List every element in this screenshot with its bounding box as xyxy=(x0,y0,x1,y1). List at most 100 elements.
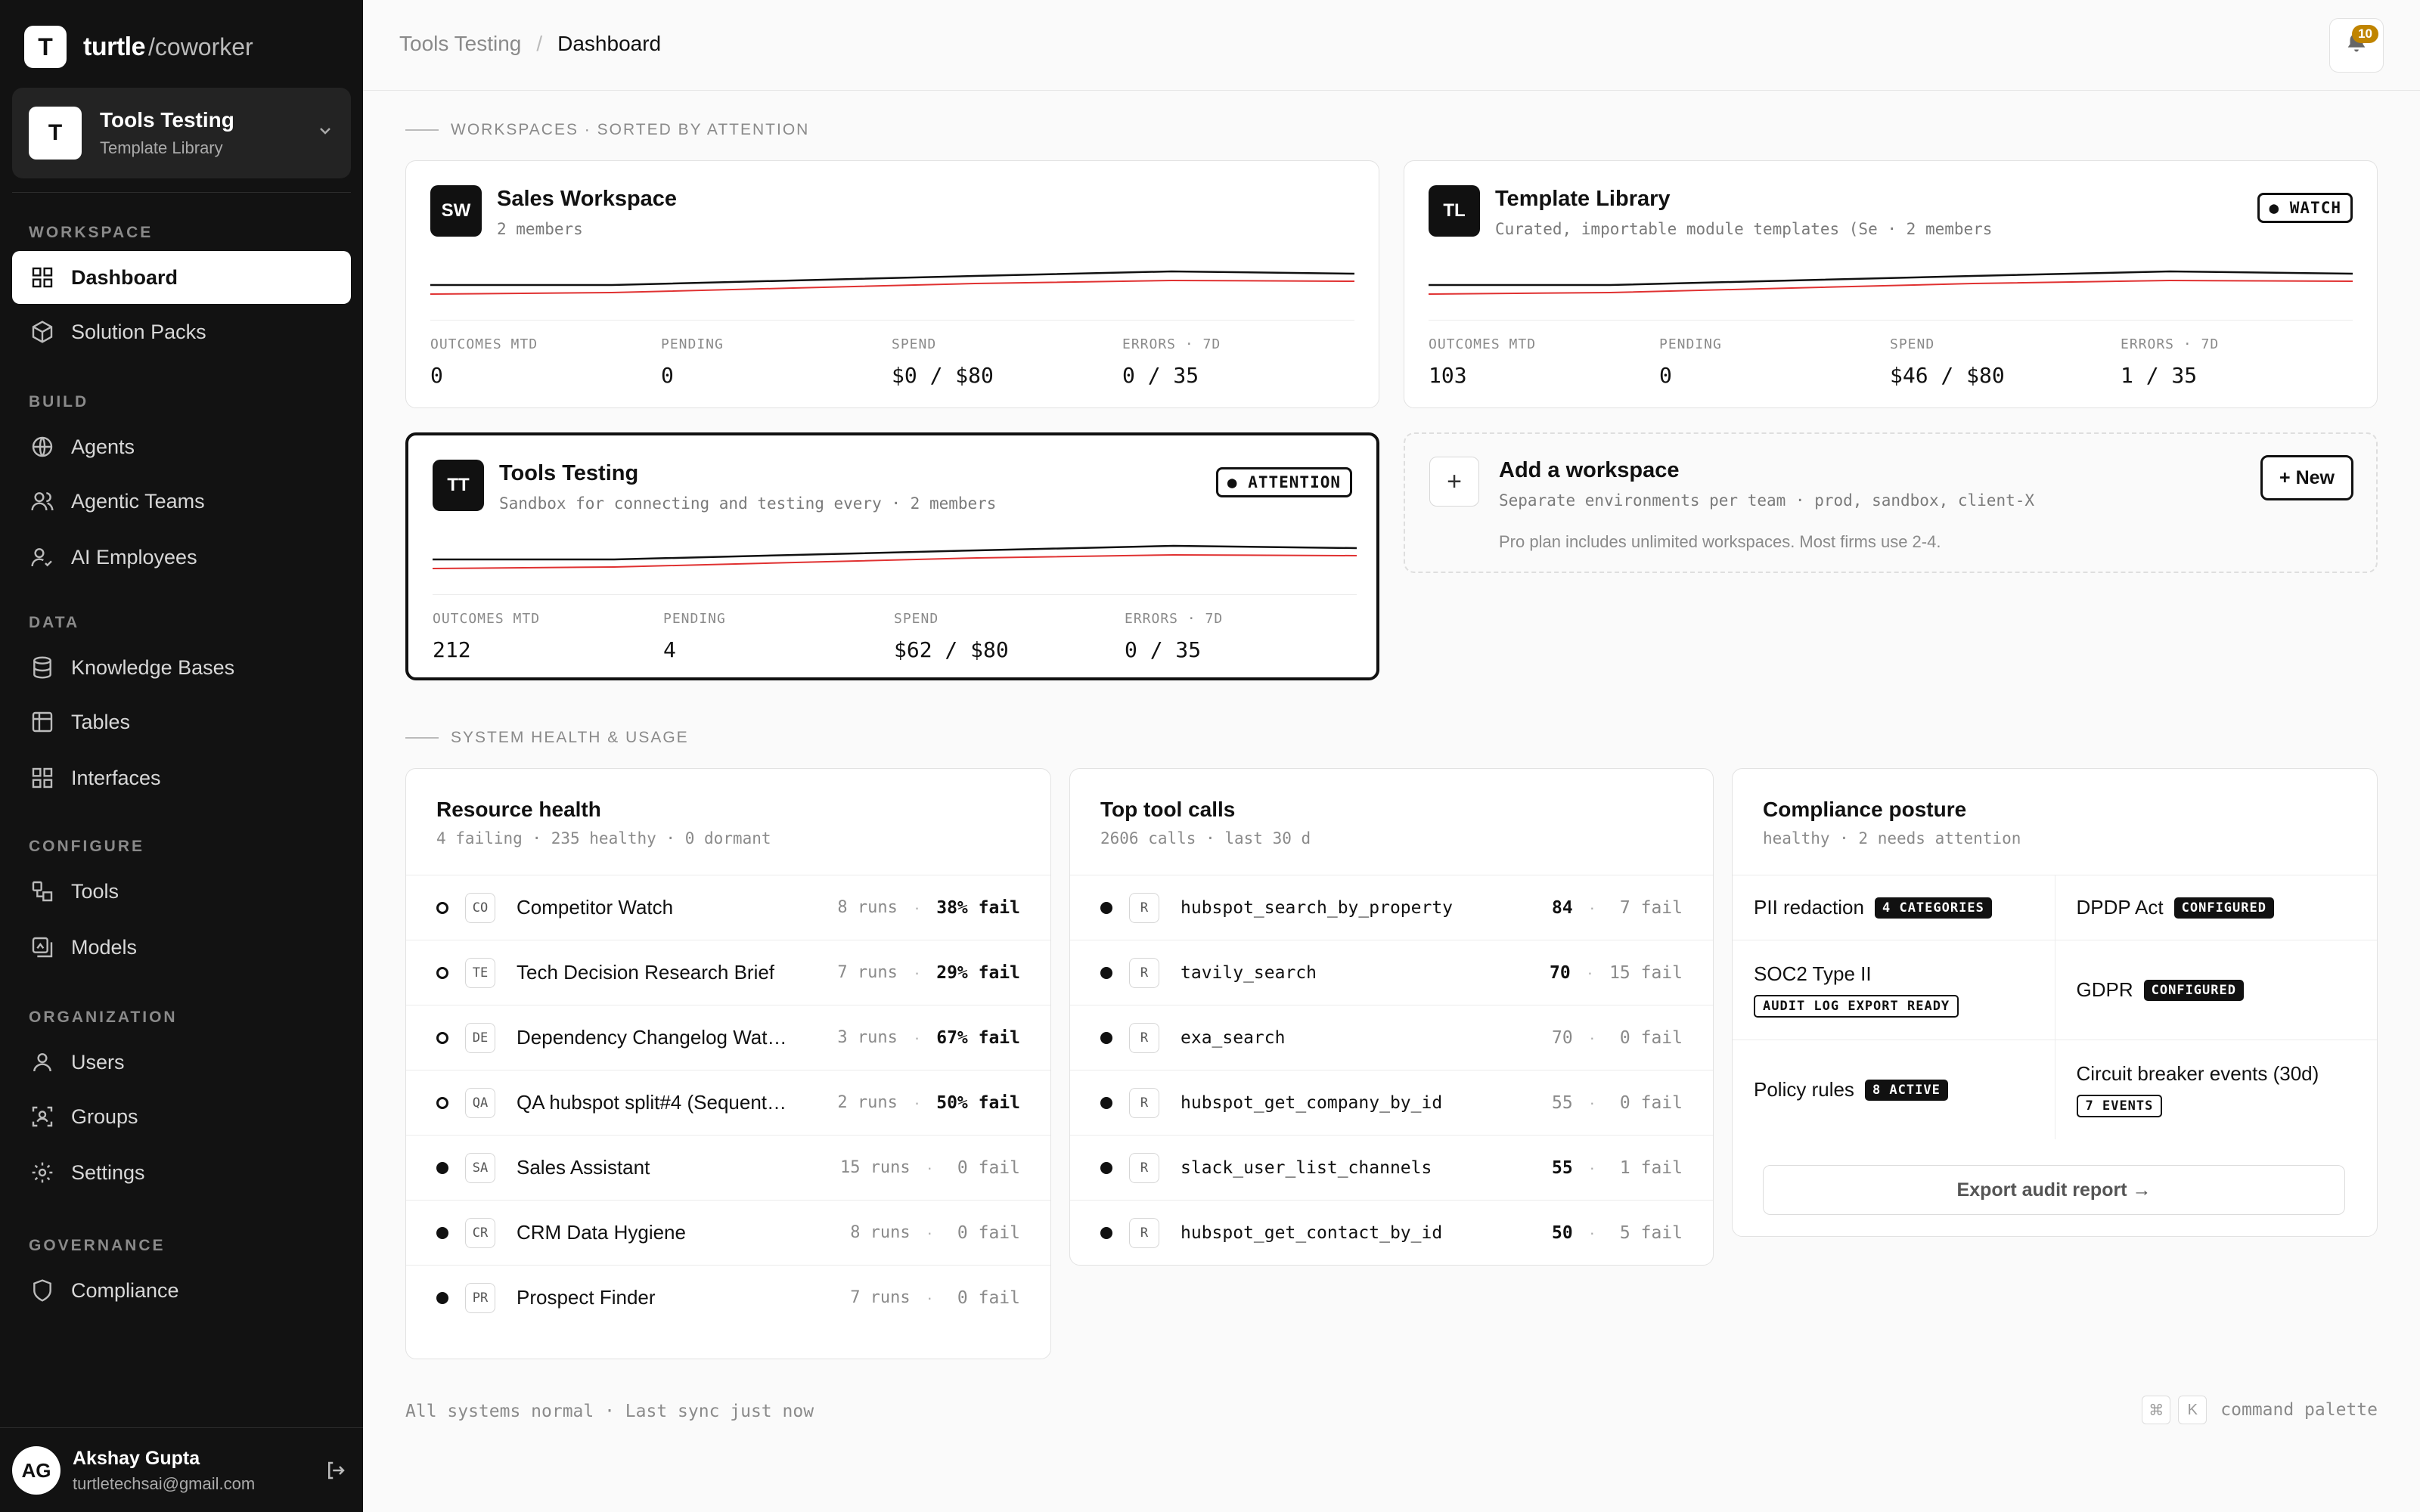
table-row[interactable]: R tavily_search 70 · 15 fail xyxy=(1070,940,1713,1005)
top-tool-calls-subtitle: 2606 calls · last 30 d xyxy=(1100,829,1311,847)
sidebar-item-models[interactable]: Models xyxy=(12,921,351,974)
sidebar-item-compliance[interactable]: Compliance xyxy=(12,1264,351,1317)
command-palette-hint[interactable]: ⌘ K command palette xyxy=(2142,1396,2378,1424)
sidebar-section-build: BUILD xyxy=(29,393,89,411)
sidebar-item-agents[interactable]: Agents xyxy=(12,420,351,473)
compliance-row: Policy rules 8 ACTIVE Circuit breaker even… xyxy=(1733,1040,2377,1139)
workspace-card[interactable]: TL Template Library Curated, importable … xyxy=(1404,160,2378,408)
notifications-button[interactable]: 10 xyxy=(2329,18,2384,73)
system-status: All systems normal · Last sync just now xyxy=(405,1402,814,1421)
logout-icon[interactable] xyxy=(321,1455,351,1486)
sidebar-item-tables[interactable]: Tables xyxy=(12,696,351,748)
sidebar-item-label: AI Employees xyxy=(71,545,197,569)
table-row[interactable]: SA Sales Assistant 15 runs · 0 fail xyxy=(406,1135,1050,1200)
export-audit-report-button[interactable]: Export audit report → xyxy=(1763,1165,2345,1215)
sidebar-item-settings[interactable]: Settings xyxy=(12,1146,351,1199)
table-row[interactable]: QA QA hubspot split#4 (Sequent… 2 runs ·… xyxy=(406,1070,1050,1135)
health-section-title: SYSTEM HEALTH & USAGE xyxy=(405,729,689,747)
separator: · xyxy=(914,962,920,982)
tools-icon xyxy=(29,878,56,905)
workspace-sparkline xyxy=(1429,270,2353,295)
sidebar-item-label: Groups xyxy=(71,1105,138,1128)
notification-count-badge: 10 xyxy=(2352,25,2378,43)
top-tool-calls-title: Top tool calls xyxy=(1100,798,1236,821)
table-row[interactable]: PR Prospect Finder 7 runs · 0 fail xyxy=(406,1265,1050,1330)
workspace-switcher[interactable]: T Tools Testing Template Library xyxy=(12,88,351,178)
metric-value: $0 / $80 xyxy=(892,363,994,388)
resource-code: DE xyxy=(465,1022,495,1053)
resource-code: TE xyxy=(465,957,495,988)
sidebar-item-label: Agents xyxy=(71,435,135,458)
compliance-tag: 8 ACTIVE xyxy=(1864,1079,1948,1101)
workspace-description: Curated, importable module templates (Se… xyxy=(1495,220,1993,238)
sidebar-item-ai-employees[interactable]: AI Employees xyxy=(12,531,351,584)
compliance-title: Compliance posture xyxy=(1763,798,1967,821)
table-row[interactable]: CR CRM Data Hygiene 8 runs · 0 fail xyxy=(406,1200,1050,1265)
fail-count: 0 fail xyxy=(1619,1092,1683,1113)
compliance-panel: Compliance posture healthy · 2 needs att… xyxy=(1732,768,2378,1237)
resource-health-subtitle: 4 failing · 235 healthy · 0 dormant xyxy=(436,829,771,847)
table-row[interactable]: TE Tech Decision Research Brief 7 runs ·… xyxy=(406,940,1050,1005)
sidebar-item-interfaces[interactable]: Interfaces xyxy=(12,751,351,804)
table-row[interactable]: R slack_user_list_channels 55 · 1 fail xyxy=(1070,1135,1713,1200)
tool-code: R xyxy=(1129,957,1159,988)
sidebar-item-agentic-teams[interactable]: Agentic Teams xyxy=(12,475,351,528)
user-profile[interactable]: AG Akshay Gupta turtletechsai@gmail.com xyxy=(12,1444,351,1497)
compliance-tag: CONFIGURED xyxy=(2143,979,2244,1001)
fail-count: 5 fail xyxy=(1619,1222,1683,1243)
table-row[interactable]: R exa_search 70 · 0 fail xyxy=(1070,1005,1713,1070)
metric-value: 1 / 35 xyxy=(2121,363,2198,388)
workspace-name: Sales Workspace xyxy=(497,187,678,211)
metric-value: 0 xyxy=(661,363,674,388)
user-check-icon xyxy=(29,544,56,571)
brand[interactable]: T turtle /coworker xyxy=(24,26,253,68)
shield-icon xyxy=(29,1277,56,1304)
compliance-item[interactable]: Policy rules 8 ACTIVE xyxy=(1733,1040,2055,1139)
status-badge: ● WATCH xyxy=(2257,193,2353,223)
compliance-item[interactable]: Circuit breaker events (30d) 7 EVENTS xyxy=(2054,1040,2378,1139)
separator: · xyxy=(1589,1157,1595,1177)
fail-rate: 0 fail xyxy=(957,1287,1020,1308)
compliance-item[interactable]: DPDP Act CONFIGURED xyxy=(2054,875,2378,940)
add-workspace-card: + Add a workspace Separate environments … xyxy=(1404,432,2378,573)
table-row[interactable]: R hubspot_get_company_by_id 55 · 0 fail xyxy=(1070,1070,1713,1135)
table-row[interactable]: CO Competitor Watch 8 runs · 38% fail xyxy=(406,875,1050,940)
separator: · xyxy=(1589,1092,1595,1112)
workspace-card[interactable]: TT Tools Testing Sandbox for connecting … xyxy=(405,432,1379,680)
table-row[interactable]: DE Dependency Changelog Wat… 3 runs · 67… xyxy=(406,1005,1050,1070)
sidebar-item-label: Tables xyxy=(71,710,131,733)
tool-name: hubspot_search_by_property xyxy=(1181,897,1454,918)
workspace-card[interactable]: SW Sales Workspace 2 members OUTCOMES MT… xyxy=(405,160,1379,408)
resource-name: Dependency Changelog Wat… xyxy=(517,1026,787,1049)
compliance-item[interactable]: PII redaction 4 CATEGORIES xyxy=(1733,875,2055,940)
table-row[interactable]: R hubspot_get_contact_by_id 50 · 5 fail xyxy=(1070,1200,1713,1265)
plus-icon[interactable]: + xyxy=(1429,457,1479,507)
sidebar-item-users[interactable]: Users xyxy=(12,1036,351,1089)
compliance-label: SOC2 Type II xyxy=(1754,962,1872,985)
table-row[interactable]: R hubspot_search_by_property 84 · 7 fail xyxy=(1070,875,1713,940)
status-dot xyxy=(436,1291,448,1304)
brand-name: turtle xyxy=(83,32,146,61)
breadcrumb-parent[interactable]: Tools Testing xyxy=(399,32,521,56)
compliance-item[interactable]: GDPR CONFIGURED xyxy=(2054,940,2378,1040)
grid-icon xyxy=(29,264,56,291)
model-icon xyxy=(29,934,56,961)
status-dot xyxy=(436,1161,448,1174)
card-divider xyxy=(433,594,1357,595)
metric-value: $46 / $80 xyxy=(1890,363,2005,388)
resource-code: PR xyxy=(465,1282,495,1313)
run-count: 8 runs xyxy=(850,1223,911,1242)
compliance-item[interactable]: SOC2 Type II AUDIT LOG EXPORT READY xyxy=(1733,940,2055,1040)
fail-rate: 67% fail xyxy=(936,1027,1020,1048)
table-icon xyxy=(29,708,56,736)
sidebar-item-tools[interactable]: Tools xyxy=(12,865,351,918)
breadcrumb-separator: / xyxy=(536,32,543,55)
sidebar-item-solution-packs[interactable]: Solution Packs xyxy=(12,305,351,358)
compliance-label: DPDP Act xyxy=(2076,896,2164,919)
compliance-tag: 7 EVENTS xyxy=(2076,1095,2163,1117)
sidebar-item-knowledge-bases[interactable]: Knowledge Bases xyxy=(12,641,351,694)
new-workspace-button[interactable]: + New xyxy=(2260,455,2353,500)
sidebar-item-dashboard[interactable]: Dashboard xyxy=(12,251,351,304)
sidebar-item-groups[interactable]: Groups xyxy=(12,1090,351,1143)
metric-value: $62 / $80 xyxy=(894,637,1009,662)
